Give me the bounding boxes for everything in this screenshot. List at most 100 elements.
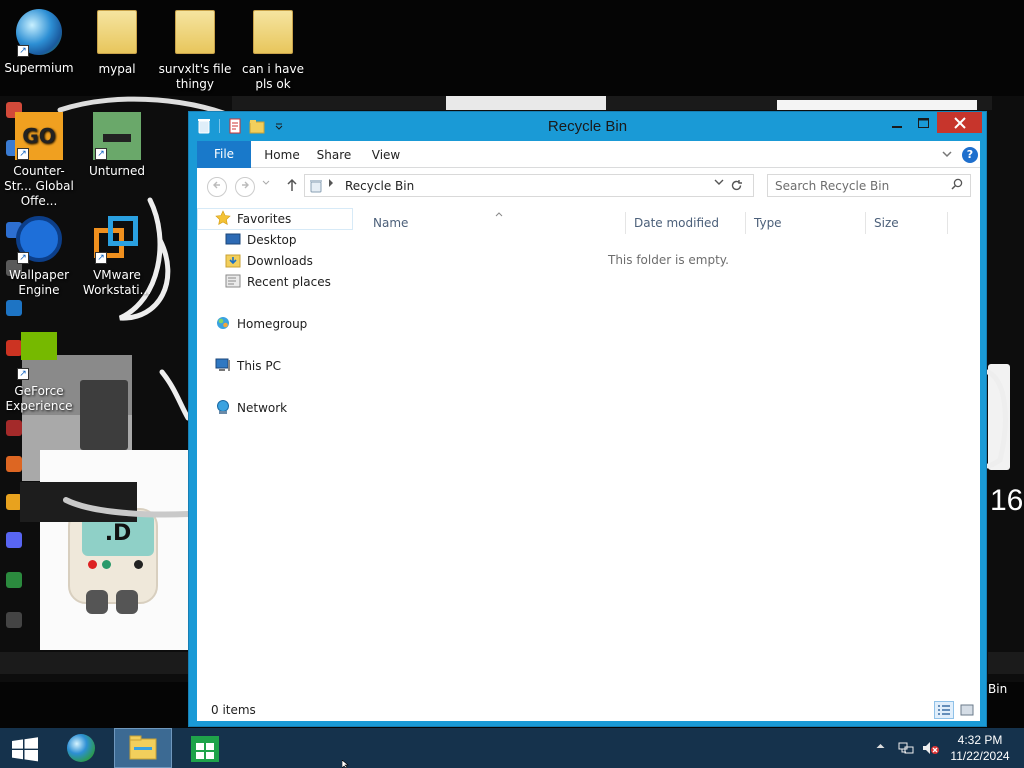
maximize-button[interactable]: [910, 112, 936, 133]
address-dropdown-button[interactable]: [714, 178, 724, 189]
desktop-icon-mypal[interactable]: mypal: [79, 8, 155, 77]
tab-view[interactable]: View: [363, 141, 409, 168]
up-button[interactable]: [286, 178, 298, 196]
chevron-down-icon: [714, 179, 724, 185]
nav-item-downloads[interactable]: Downloads: [225, 251, 313, 271]
computer-icon: [215, 357, 231, 373]
shortcut-arrow-icon: ↗: [17, 45, 29, 57]
column-separator[interactable]: [947, 212, 948, 234]
file-list[interactable]: Name Date modified Type Size This folder…: [357, 208, 980, 698]
nav-item-network[interactable]: Network: [215, 398, 287, 418]
desktop-icon-label: can i have pls ok: [242, 62, 304, 91]
column-header-name[interactable]: Name: [373, 216, 408, 230]
refresh-button[interactable]: [730, 179, 743, 196]
desktop-icon-supermium[interactable]: ↗ Supermium: [1, 8, 77, 76]
taskbar-store-button[interactable]: [176, 728, 234, 768]
vmware-icon: ↗: [93, 216, 141, 264]
plush-leg: [86, 590, 108, 614]
window-titlebar[interactable]: Recycle Bin: [189, 112, 986, 140]
forward-button[interactable]: [235, 177, 255, 197]
expand-ribbon-button[interactable]: [941, 148, 955, 162]
close-button[interactable]: [937, 112, 982, 133]
large-icons-view-icon: [960, 704, 974, 716]
desktop-icon-label: survxlt's file thingy: [158, 62, 232, 91]
minimize-button[interactable]: [884, 112, 910, 133]
nav-item-recent-places[interactable]: Recent places: [225, 272, 331, 292]
folder-icon: [249, 10, 297, 58]
back-arrow-icon: [213, 181, 220, 189]
details-view-button[interactable]: [934, 701, 954, 719]
column-header-type[interactable]: Type: [754, 216, 782, 230]
navigation-pane: Favorites Desktop Downloads Recent place…: [197, 208, 357, 698]
nav-item-desktop[interactable]: Desktop: [225, 230, 297, 250]
csgo-icon: GO ↗: [15, 112, 63, 160]
desktop-icon-survxlt-file-thingy[interactable]: survxlt's file thingy: [157, 8, 233, 92]
taskbar-supermium-button[interactable]: [52, 728, 110, 768]
wallpaper-icon-unturned: ↗ Unturned: [79, 112, 155, 179]
large-icons-view-button[interactable]: [957, 701, 977, 719]
mouse-cursor-icon: [342, 760, 349, 768]
desktop-icon-can-i-have-pls-ok[interactable]: can i have pls ok: [235, 8, 311, 92]
plush-red-button: [88, 560, 97, 569]
game-activity-popup: [20, 482, 137, 522]
system-clock[interactable]: 4:32 PM 11/22/2024: [944, 732, 1016, 764]
search-input[interactable]: [768, 175, 938, 196]
column-separator[interactable]: [745, 212, 746, 234]
wallpaper-icon-vmware: ↗ VMware Workstati...: [79, 216, 155, 298]
recent-locations-button[interactable]: [262, 179, 270, 188]
wallpaper-number: 16: [990, 484, 1024, 517]
nav-item-this-pc[interactable]: This PC: [215, 356, 281, 376]
plush-black-button: [134, 560, 143, 569]
wallpaper-engine-icon: ↗: [15, 216, 63, 264]
file-explorer-icon: [129, 735, 157, 760]
folder-icon: [93, 10, 141, 58]
chevron-down-icon: [942, 151, 952, 158]
address-bar[interactable]: Recycle Bin: [304, 174, 754, 197]
nav-item-label: Homegroup: [237, 317, 308, 331]
wallpaper-icon-wallpaper-engine: ↗ Wallpaper Engine: [1, 216, 77, 298]
column-separator[interactable]: [625, 212, 626, 234]
clock-date: 11/22/2024: [950, 749, 1010, 763]
refresh-icon: [731, 180, 742, 191]
volume-muted-icon[interactable]: [922, 741, 939, 755]
taskbar-file-explorer-button[interactable]: [114, 728, 172, 768]
wallpaper-window-strip: [232, 96, 992, 110]
recycle-bin-icon: [310, 180, 322, 193]
item-count: 0 items: [211, 703, 256, 717]
breadcrumb-separator-icon[interactable]: [328, 179, 334, 190]
column-header-size[interactable]: Size: [874, 216, 899, 230]
breadcrumb-recycle-bin[interactable]: Recycle Bin: [345, 179, 414, 193]
shortcut-arrow-icon: ↗: [95, 148, 107, 160]
wallpaper-small-icon: [6, 456, 22, 472]
search-box[interactable]: [767, 174, 971, 197]
nav-item-homegroup[interactable]: Homegroup: [215, 314, 307, 334]
supermium-browser-icon: [67, 734, 95, 762]
plush-leg: [116, 590, 138, 614]
folder-icon: [171, 10, 219, 58]
window-title: Recycle Bin: [547, 118, 628, 135]
nvidia-icon: ↗: [15, 332, 63, 380]
status-bar: 0 items: [197, 698, 980, 721]
tab-home[interactable]: Home: [259, 141, 305, 168]
wallpaper-mini-taskbar: [0, 652, 188, 674]
help-button[interactable]: ?: [962, 147, 978, 163]
nav-item-label: Favorites: [237, 212, 292, 226]
tab-file[interactable]: File: [197, 141, 251, 168]
wallpaper-icon-csgo: GO ↗ Counter-Str... Global Offe...: [1, 112, 77, 209]
windows-logo-icon: [12, 737, 38, 762]
tab-share[interactable]: Share: [309, 141, 359, 168]
show-hidden-icons-button[interactable]: [876, 742, 885, 753]
nav-item-favorites[interactable]: Favorites: [215, 209, 291, 229]
column-separator[interactable]: [865, 212, 866, 234]
star-icon: [215, 210, 231, 226]
network-status-icon[interactable]: [898, 741, 914, 755]
wallpaper-window-strip-right: [777, 100, 977, 110]
back-button[interactable]: [207, 177, 227, 197]
nav-item-label: Downloads: [247, 254, 313, 268]
start-button[interactable]: [0, 728, 50, 768]
homegroup-icon: [215, 315, 231, 331]
wallpaper-icon-label: Wallpaper Engine: [8, 268, 70, 297]
search-icon[interactable]: [951, 178, 963, 193]
wallpaper-small-icon: [6, 300, 22, 316]
column-header-date-modified[interactable]: Date modified: [634, 216, 719, 230]
